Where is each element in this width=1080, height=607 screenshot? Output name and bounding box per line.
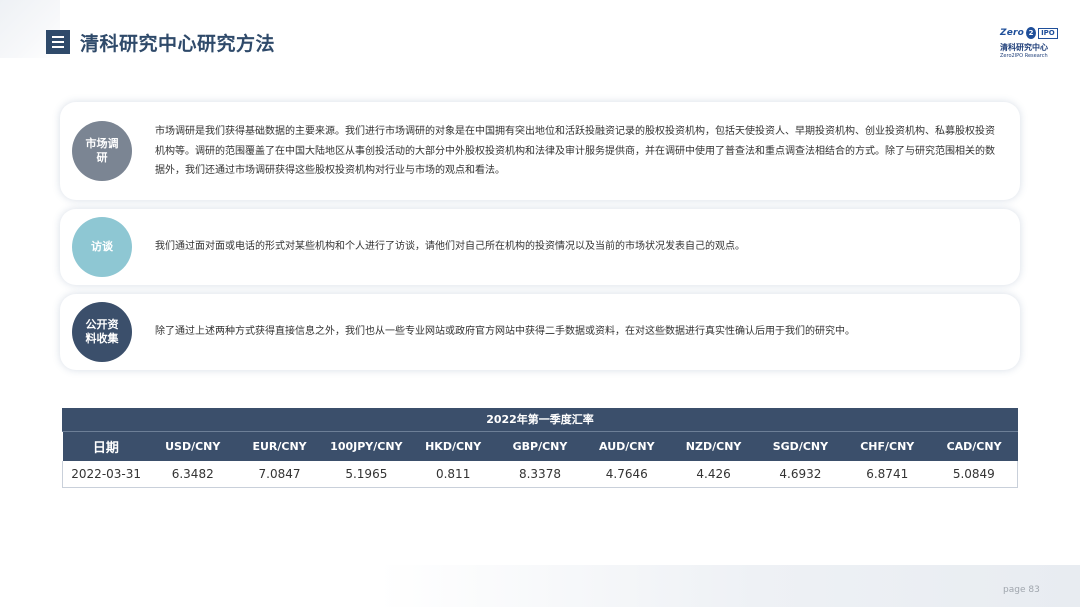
logo-mark-icon: 2	[1026, 27, 1037, 39]
method-card-interview: 访谈 我们通过面对面或电话的形式对某些机构和个人进行了访谈，请他们对自己所在机构…	[60, 209, 1020, 285]
table-cell: 4.7646	[583, 461, 671, 488]
column-header: USD/CNY	[149, 432, 237, 461]
table-cell: 4.6932	[757, 461, 844, 488]
method-card-public-data: 公开资料收集 除了通过上述两种方式获得直接信息之外，我们也从一些专业网站或政府官…	[60, 294, 1020, 370]
exchange-rate-table: 2022年第一季度汇率 日期 USD/CNY EUR/CNY 100JPY/CN…	[62, 408, 1018, 488]
column-header: 日期	[62, 432, 150, 461]
page-number: page 83	[1003, 585, 1040, 595]
table-cell: 6.8741	[843, 461, 931, 488]
logo-wordmark: Zero 2 IPO	[1000, 26, 1058, 40]
method-badge: 访谈	[72, 217, 132, 277]
method-description: 除了通过上述两种方式获得直接信息之外，我们也从一些专业网站或政府官方网站中获得二…	[155, 326, 855, 337]
column-header: CHF/CNY	[843, 432, 931, 461]
table-header-row: 日期 USD/CNY EUR/CNY 100JPY/CNY HKD/CNY GB…	[62, 432, 1018, 461]
page-title: 清科研究中心研究方法	[80, 33, 276, 55]
table-cell: 0.811	[409, 461, 497, 488]
column-header: 100JPY/CNY	[322, 432, 410, 461]
table-cell: 4.426	[670, 461, 757, 488]
column-header: HKD/CNY	[409, 432, 497, 461]
page-number-value: 83	[1028, 585, 1040, 595]
method-card-market-research: 市场调研 市场调研是我们获得基础数据的主要来源。我们进行市场调研的对象是在中国拥…	[60, 102, 1020, 200]
column-header: SGD/CNY	[757, 432, 844, 461]
table-title: 2022年第一季度汇率	[62, 408, 1018, 432]
logo: Zero 2 IPO 清科研究中心 Zero2IPO Research	[1000, 26, 1058, 62]
table-cell: 6.3482	[149, 461, 237, 488]
method-description: 市场调研是我们获得基础数据的主要来源。我们进行市场调研的对象是在中国拥有突出地位…	[155, 126, 995, 176]
column-header: NZD/CNY	[670, 432, 757, 461]
bottom-shade	[0, 565, 1080, 607]
method-badge: 公开资料收集	[72, 302, 132, 362]
method-badge: 市场调研	[72, 121, 132, 181]
table-cell: 2022-03-31	[62, 461, 150, 488]
column-header: AUD/CNY	[583, 432, 671, 461]
column-header: GBP/CNY	[496, 432, 584, 461]
logo-en-name: Zero2IPO Research	[1000, 53, 1048, 59]
column-header: CAD/CNY	[930, 432, 1018, 461]
table-cell: 7.0847	[236, 461, 323, 488]
table-row: 2022-03-31 6.3482 7.0847 5.1965 0.811 8.…	[62, 461, 1018, 488]
logo-latin-zero: Zero	[1000, 28, 1025, 38]
logo-latin-ipo: IPO	[1038, 27, 1058, 39]
column-header: EUR/CNY	[236, 432, 323, 461]
table-cell: 5.1965	[322, 461, 410, 488]
page-label: page	[1003, 585, 1026, 595]
logo-cn-name: 清科研究中心	[1000, 43, 1048, 52]
method-description: 我们通过面对面或电话的形式对某些机构和个人进行了访谈，请他们对自己所在机构的投资…	[155, 241, 745, 252]
menu-icon	[46, 30, 70, 54]
table-cell: 8.3378	[496, 461, 584, 488]
table-cell: 5.0849	[930, 461, 1018, 488]
